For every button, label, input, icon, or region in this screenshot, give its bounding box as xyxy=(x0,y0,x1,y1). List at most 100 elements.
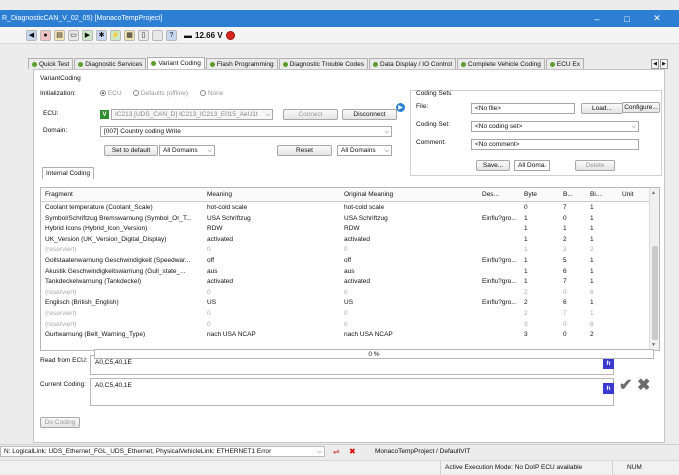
column-header[interactable]: Byte xyxy=(524,191,537,198)
table-row[interactable]: Hybrid Icons (Hybrid_Icon_Version) RDW RDW… xyxy=(41,224,649,235)
coding-set-select[interactable]: <No coding set> ⌵ xyxy=(471,121,639,132)
cancel-icon[interactable]: ✖ xyxy=(637,375,650,395)
comment-field[interactable]: <No comment> xyxy=(471,139,639,150)
connect-link-icon[interactable]: ⇌ xyxy=(333,447,340,456)
scroll-thumb[interactable] xyxy=(652,246,658,340)
check-icon[interactable]: ✔ xyxy=(619,375,632,395)
tab-diagnostic-services[interactable]: Diagnostic Services xyxy=(74,58,147,69)
column-header[interactable]: Unit xyxy=(622,191,634,198)
table-row[interactable]: (reserviert) 0 0 3 0 8 xyxy=(41,320,649,331)
table-row[interactable]: UK_Version (UK_Version_Digital_Display) a… xyxy=(41,235,649,246)
table-cell-fragment: Englisch (British_English) xyxy=(45,299,119,307)
tab-scroll-left-icon[interactable]: ◀ xyxy=(651,59,659,69)
column-header[interactable]: Meaning xyxy=(207,191,232,198)
tab-data-display-io-control[interactable]: Data Display / IO Control xyxy=(369,58,456,69)
init-option-ecu[interactable]: ECU xyxy=(100,90,122,97)
scroll-down-icon[interactable]: ▼ xyxy=(651,342,656,348)
radio-none[interactable] xyxy=(200,90,206,97)
domain-select[interactable]: [007] Country coding Write ⌵ xyxy=(100,126,392,137)
table-row[interactable]: Akustik Geschwindigkeitswarnung (Gull_st… xyxy=(41,267,649,278)
stop-icon[interactable]: ● xyxy=(40,29,51,41)
disconnect-button[interactable]: Disconnect xyxy=(342,109,397,120)
minimize-button[interactable]: – xyxy=(582,10,612,27)
save-button[interactable]: Save... xyxy=(476,160,510,171)
domain-filter-right[interactable]: All Domains ⌵ xyxy=(337,145,392,156)
help-icon[interactable]: ? xyxy=(166,29,177,41)
logical-link-select[interactable]: N: LogicalLink: UDS_Ethernet_FGL_UDS_Eth… xyxy=(0,446,325,457)
radio-defaults[interactable] xyxy=(133,90,139,97)
set-to-default-button[interactable]: Set to default xyxy=(104,145,158,156)
tab-quick-test[interactable]: Quick Test xyxy=(28,58,74,69)
table-row[interactable]: Englisch (British_English) US US Einflu?gro… xyxy=(41,298,649,309)
table-cell-byte: 1 xyxy=(524,235,528,243)
do-coding-button[interactable]: Do Coding xyxy=(40,417,80,428)
hex-view-button[interactable]: h xyxy=(603,358,614,369)
close-button[interactable]: ✕ xyxy=(642,10,672,27)
radio-ecu[interactable] xyxy=(100,90,106,97)
table-cell-bi: 2 xyxy=(590,246,594,254)
connect-button[interactable]: Connect xyxy=(283,109,338,120)
table-scrollbar[interactable]: ▲ ▼ xyxy=(649,188,659,350)
reset-button[interactable]: Reset xyxy=(277,145,332,156)
hex-edit-button[interactable]: h xyxy=(603,383,614,394)
tab-scroll-right-icon[interactable]: ▶ xyxy=(660,59,668,69)
tab-label: Variant Coding xyxy=(158,60,201,67)
table-row[interactable]: (reserviert) 0 0 2 7 1 xyxy=(41,309,649,320)
column-header[interactable]: Bi... xyxy=(590,191,601,198)
column-header[interactable]: Des... xyxy=(482,191,499,198)
current-coding-field[interactable]: A0,C5,40,1E xyxy=(90,378,614,406)
table-cell-b: 1 xyxy=(563,225,567,233)
load-button[interactable]: Load... xyxy=(581,103,623,114)
init-option-none[interactable]: None xyxy=(200,90,223,97)
run-icon[interactable]: ▶ xyxy=(82,29,93,41)
tab-internal-coding[interactable]: Internal Coding xyxy=(42,167,95,179)
table-row[interactable]: Symbol/Schriftzug Bremswarnung (Symbol_O… xyxy=(41,214,649,225)
tab-complete-vehicle-coding[interactable]: Complete Vehicle Coding xyxy=(456,58,545,69)
table-row[interactable]: (reserviert) 0 0 1 3 2 xyxy=(41,245,649,256)
disconnect-link-icon[interactable]: ✖ xyxy=(349,447,356,456)
table-row[interactable]: (reserviert) 0 0 2 0 6 xyxy=(41,288,649,299)
init-option-defaults[interactable]: Defaults (offline) xyxy=(133,90,188,97)
table-cell-orig: 0 xyxy=(344,310,348,317)
link-status-bar: N: LogicalLink: UDS_Ethernet_FGL_UDS_Eth… xyxy=(0,444,679,458)
flash-icon[interactable]: ⚡ xyxy=(110,29,121,41)
table-cell-b: 2 xyxy=(563,235,567,243)
ecu-select[interactable]: IC213 [UDS_CAN_D] IC213_IC213_E015_AeU1t… xyxy=(111,109,273,120)
document-icon[interactable]: ▭ xyxy=(68,29,79,41)
toolbar: ◀ ● ▤ ▭ ▶ ✱ ⚡ ▦ ▯ ? ▬ 12.66 V xyxy=(0,27,679,44)
column-header[interactable]: Original Meaning xyxy=(344,191,393,198)
column-header[interactable]: Fragment xyxy=(45,191,73,198)
variant-badge: V xyxy=(100,110,109,119)
table-cell-bi: 1 xyxy=(590,225,594,233)
chevron-down-icon: ⌵ xyxy=(384,129,389,135)
page-icon[interactable]: ▯ xyxy=(138,29,149,41)
maximize-button[interactable]: □ xyxy=(612,10,642,27)
grid-icon[interactable]: ▦ xyxy=(124,29,135,41)
arrow-right-icon[interactable]: ▶ xyxy=(396,103,405,112)
chevron-down-icon: ⌵ xyxy=(207,148,212,154)
tab-variant-coding[interactable]: Variant Coding xyxy=(147,57,205,69)
chevron-down-icon: ⌵ xyxy=(542,163,547,169)
table-cell-bi: 1 xyxy=(590,267,594,275)
delete-button[interactable]: Delete xyxy=(575,160,615,171)
column-header[interactable]: B... xyxy=(563,191,573,198)
tab-ecu-ex[interactable]: ECU Ex xyxy=(545,58,585,69)
table-row[interactable]: Coolant temperature (Coolant_Scale) hot-c… xyxy=(41,203,649,214)
folder-icon[interactable]: ▤ xyxy=(54,29,65,41)
table-row[interactable]: Gollstaatenwarnung Geschwindigkeit (Spee… xyxy=(41,256,649,267)
tab-diagnostic-trouble-codes[interactable]: Diagnostic Trouble Codes xyxy=(278,58,368,69)
coding-set-domain-filter[interactable]: All Doma ⌵ xyxy=(514,160,550,171)
record-icon[interactable] xyxy=(225,30,235,40)
back-icon[interactable]: ◀ xyxy=(26,29,37,41)
domain-filter-left[interactable]: All Domains ⌵ xyxy=(159,145,215,156)
settings-icon[interactable]: ✱ xyxy=(96,29,107,41)
table-row[interactable]: Gurtwarnung (Belt_Warning_Type) nach USA … xyxy=(41,330,649,341)
file-field[interactable]: <No file> xyxy=(471,103,575,114)
blank-icon[interactable] xyxy=(152,29,163,41)
table-cell-des: Einflu?gro... xyxy=(482,257,517,264)
tab-flash-programming[interactable]: Flash Programming xyxy=(205,58,278,69)
scroll-up-icon[interactable]: ▲ xyxy=(651,190,656,196)
configure-button[interactable]: Configure... xyxy=(622,102,660,113)
status-dot-icon xyxy=(151,61,157,66)
table-row[interactable]: Tankdeckelwarnung (Tankdeckel) activated a… xyxy=(41,277,649,288)
